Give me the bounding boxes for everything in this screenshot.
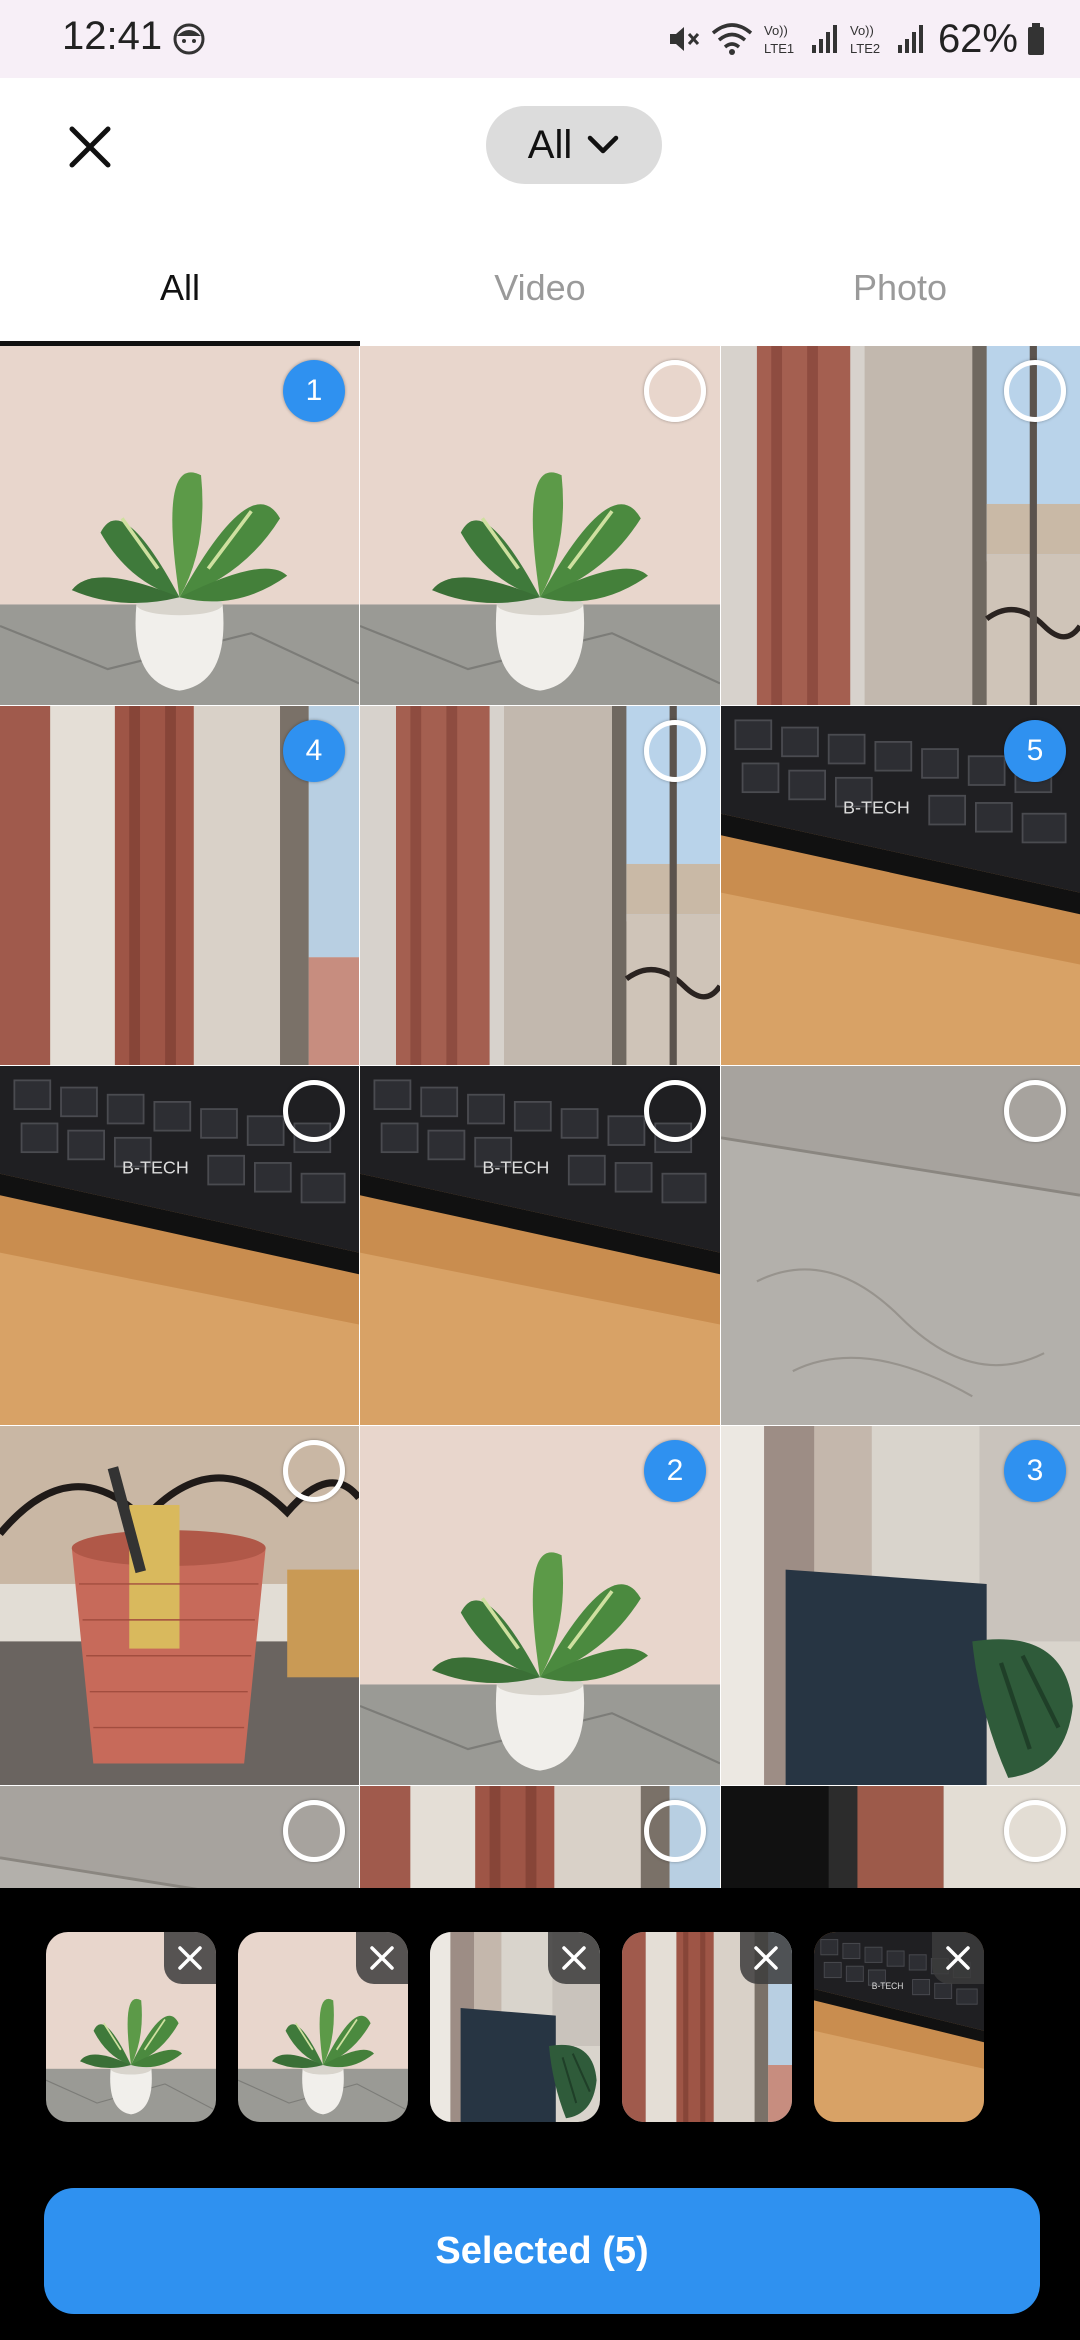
media-tile[interactable]: B-TECH 5 <box>721 706 1080 1065</box>
tab-photo[interactable]: Photo <box>720 230 1080 346</box>
media-tile[interactable] <box>360 706 720 1065</box>
select-circle-icon[interactable] <box>283 1800 345 1862</box>
svg-text:B-TECH: B-TECH <box>843 798 910 818</box>
remove-selection-button[interactable] <box>356 1932 408 1984</box>
select-circle-icon[interactable] <box>644 720 706 782</box>
svg-text:B-TECH: B-TECH <box>122 1158 189 1178</box>
close-icon <box>946 1946 970 1970</box>
album-selector[interactable]: All <box>486 106 662 184</box>
selected-thumbnail[interactable] <box>46 1932 216 2122</box>
media-tile[interactable]: 1 <box>0 346 359 705</box>
media-grid: 1 4 B-TECH 5 B-TECH B-TECH 2 3 <box>0 346 1080 1888</box>
media-tile[interactable]: B-TECH <box>0 1066 359 1425</box>
select-circle-icon[interactable] <box>644 1080 706 1142</box>
close-icon <box>69 126 111 168</box>
battery-percent: 62% <box>937 16 1018 61</box>
svg-text:Vo)): Vo)) <box>764 23 788 38</box>
media-tile[interactable] <box>0 1426 359 1785</box>
battery-icon <box>1028 23 1044 55</box>
svg-text:B-TECH: B-TECH <box>872 1981 904 1992</box>
media-tile[interactable]: 3 <box>721 1426 1080 1785</box>
svg-text:LTE1: LTE1 <box>764 41 794 56</box>
chevron-down-icon <box>587 135 619 154</box>
tab-all[interactable]: All <box>0 230 360 346</box>
select-circle-icon[interactable] <box>1004 1080 1066 1142</box>
media-tile[interactable] <box>721 1066 1080 1425</box>
close-button[interactable] <box>58 115 122 179</box>
selection-order-badge[interactable]: 1 <box>283 360 345 422</box>
media-tile[interactable]: 2 <box>360 1426 720 1785</box>
remove-selection-button[interactable] <box>164 1932 216 1984</box>
selected-thumbnail[interactable] <box>238 1932 408 2122</box>
tab-video[interactable]: Video <box>360 230 720 346</box>
status-time: 12:41 <box>62 14 163 58</box>
media-tile[interactable] <box>721 1786 1080 1888</box>
network-lte2-icon: Vo)) LTE2 <box>850 23 880 56</box>
media-tile[interactable] <box>721 346 1080 705</box>
selected-button[interactable]: Selected (5) <box>44 2188 1040 2314</box>
close-icon <box>562 1946 586 1970</box>
selection-order-badge[interactable]: 2 <box>644 1440 706 1502</box>
svg-text:LTE2: LTE2 <box>850 41 880 56</box>
select-circle-icon[interactable] <box>644 360 706 422</box>
media-tile[interactable] <box>360 346 720 705</box>
svg-text:B-TECH: B-TECH <box>482 1158 549 1178</box>
select-circle-icon[interactable] <box>1004 1800 1066 1862</box>
selected-thumbnail[interactable] <box>430 1932 600 2122</box>
selection-order-badge[interactable]: 5 <box>1004 720 1066 782</box>
close-icon <box>178 1946 202 1970</box>
remove-selection-button[interactable] <box>548 1932 600 1984</box>
face-icon <box>173 23 205 55</box>
selection-order-badge[interactable]: 4 <box>283 720 345 782</box>
media-tile[interactable] <box>360 1786 720 1888</box>
network-lte1-icon: Vo)) LTE1 <box>764 23 794 56</box>
signal-icon <box>897 25 923 53</box>
status-icons: Vo)) LTE1 Vo)) LTE2 62% <box>666 14 1046 64</box>
close-icon <box>754 1946 778 1970</box>
media-tile[interactable]: 4 <box>0 706 359 1065</box>
media-tile[interactable] <box>0 1786 359 1888</box>
select-circle-icon[interactable] <box>283 1080 345 1142</box>
selected-thumbnail[interactable]: B-TECH <box>814 1932 984 2122</box>
select-circle-icon[interactable] <box>644 1800 706 1862</box>
media-type-tabs: All Video Photo <box>0 230 1080 346</box>
signal-icon <box>811 25 837 53</box>
selection-order-badge[interactable]: 3 <box>1004 1440 1066 1502</box>
selected-tray: B-TECH Selected (5) <box>0 1888 1080 2340</box>
album-label: All <box>527 122 573 167</box>
status-bar: 12:41 Vo)) LTE1 Vo)) LTE2 62% <box>0 0 1080 78</box>
media-tile[interactable]: B-TECH <box>360 1066 720 1425</box>
select-circle-icon[interactable] <box>1004 360 1066 422</box>
wifi-icon <box>711 23 753 55</box>
remove-selection-button[interactable] <box>932 1932 984 1984</box>
mute-icon <box>669 27 700 51</box>
close-icon <box>370 1946 394 1970</box>
select-circle-icon[interactable] <box>283 1440 345 1502</box>
selected-thumbnail[interactable] <box>622 1932 792 2122</box>
remove-selection-button[interactable] <box>740 1932 792 1984</box>
svg-text:Vo)): Vo)) <box>850 23 874 38</box>
